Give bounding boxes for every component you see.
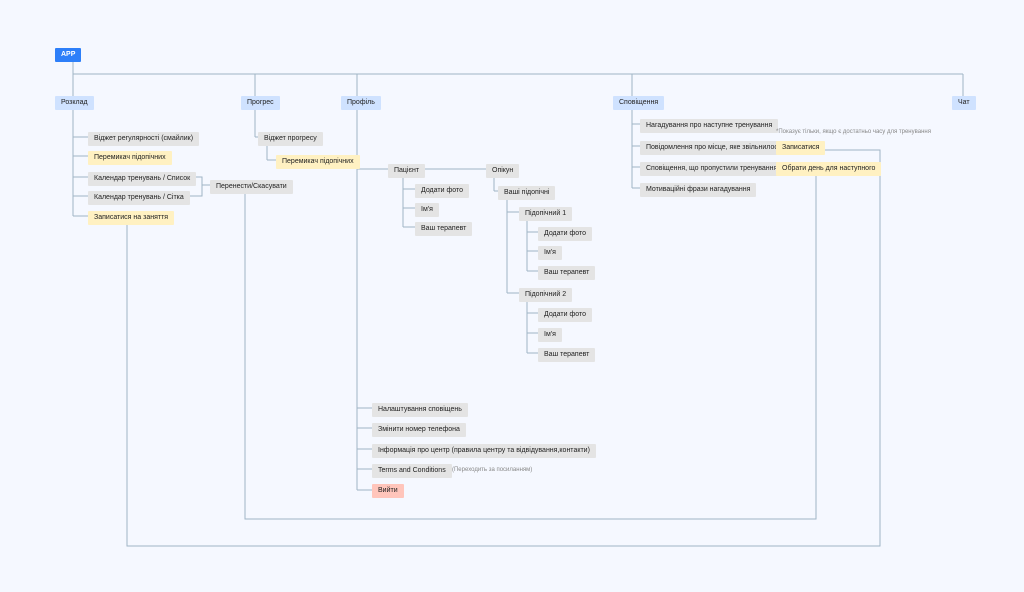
- profile-change-phone: Змінити номер телефона: [372, 423, 466, 437]
- patient-add-photo: Додати фото: [415, 184, 469, 198]
- notif-missed: Сповіщення, що пропустили тренування: [640, 162, 783, 176]
- notif-signup: Записатися: [776, 141, 825, 155]
- schedule-widget: Віджет регулярності (смайлик): [88, 132, 199, 146]
- profile-notif-settings: Налаштування сповіщень: [372, 403, 468, 417]
- schedule-switch: Перемикач підопічних: [88, 151, 172, 165]
- patient-name: Ім'я: [415, 203, 439, 217]
- ward2-name: Ім'я: [538, 328, 562, 342]
- notif-note: *Показує тільки, якщо є достатньо часу д…: [776, 129, 931, 135]
- progress-switch: Перемикач підопічних: [276, 155, 360, 169]
- section-notifications: Сповіщення: [613, 96, 664, 110]
- root-app: APP: [55, 48, 81, 62]
- schedule-signup: Записатися на заняття: [88, 211, 174, 225]
- schedule-calendar-list: Календар тренувань / Список: [88, 172, 196, 186]
- patient-therapist: Ваш терапевт: [415, 222, 472, 236]
- section-chat: Чат: [952, 96, 976, 110]
- section-progress: Прогрес: [241, 96, 280, 110]
- notif-choose-day: Обрати день для наступного: [776, 162, 881, 176]
- profile-guardian: Опікун: [486, 164, 519, 178]
- notif-motivational: Мотиваційні фрази нагадування: [640, 183, 756, 197]
- profile-patient: Пацієнт: [388, 164, 425, 178]
- schedule-reschedule: Перенести/Скасувати: [210, 180, 293, 194]
- profile-terms: Terms and Conditions: [372, 464, 452, 478]
- schedule-calendar-grid: Календар тренувань / Сітка: [88, 191, 190, 205]
- ward1: Підопічний 1: [519, 207, 572, 221]
- ward2: Підопічний 2: [519, 288, 572, 302]
- guardian-wards: Ваші підопічні: [498, 186, 555, 200]
- profile-center-info: Інформація про центр (правила центру та …: [372, 444, 596, 458]
- section-profile: Профіль: [341, 96, 381, 110]
- connector-lines: [0, 0, 1024, 592]
- ward2-therapist: Ваш терапевт: [538, 348, 595, 362]
- section-schedule: Розклад: [55, 96, 94, 110]
- ward1-add-photo: Додати фото: [538, 227, 592, 241]
- ward1-name: Ім'я: [538, 246, 562, 260]
- ward2-add-photo: Додати фото: [538, 308, 592, 322]
- profile-terms-note: (Переходить за посиланням): [452, 467, 532, 473]
- progress-widget: Віджет прогресу: [258, 132, 323, 146]
- sitemap-canvas: APP Розклад Прогрес Профіль Сповіщення Ч…: [0, 0, 1024, 592]
- notif-next-training: Нагадування про наступне тренування: [640, 119, 778, 133]
- notif-freed-slot: Повідомлення про місце, яке звільнилося: [640, 141, 788, 155]
- profile-exit: Вийти: [372, 484, 404, 498]
- ward1-therapist: Ваш терапевт: [538, 266, 595, 280]
